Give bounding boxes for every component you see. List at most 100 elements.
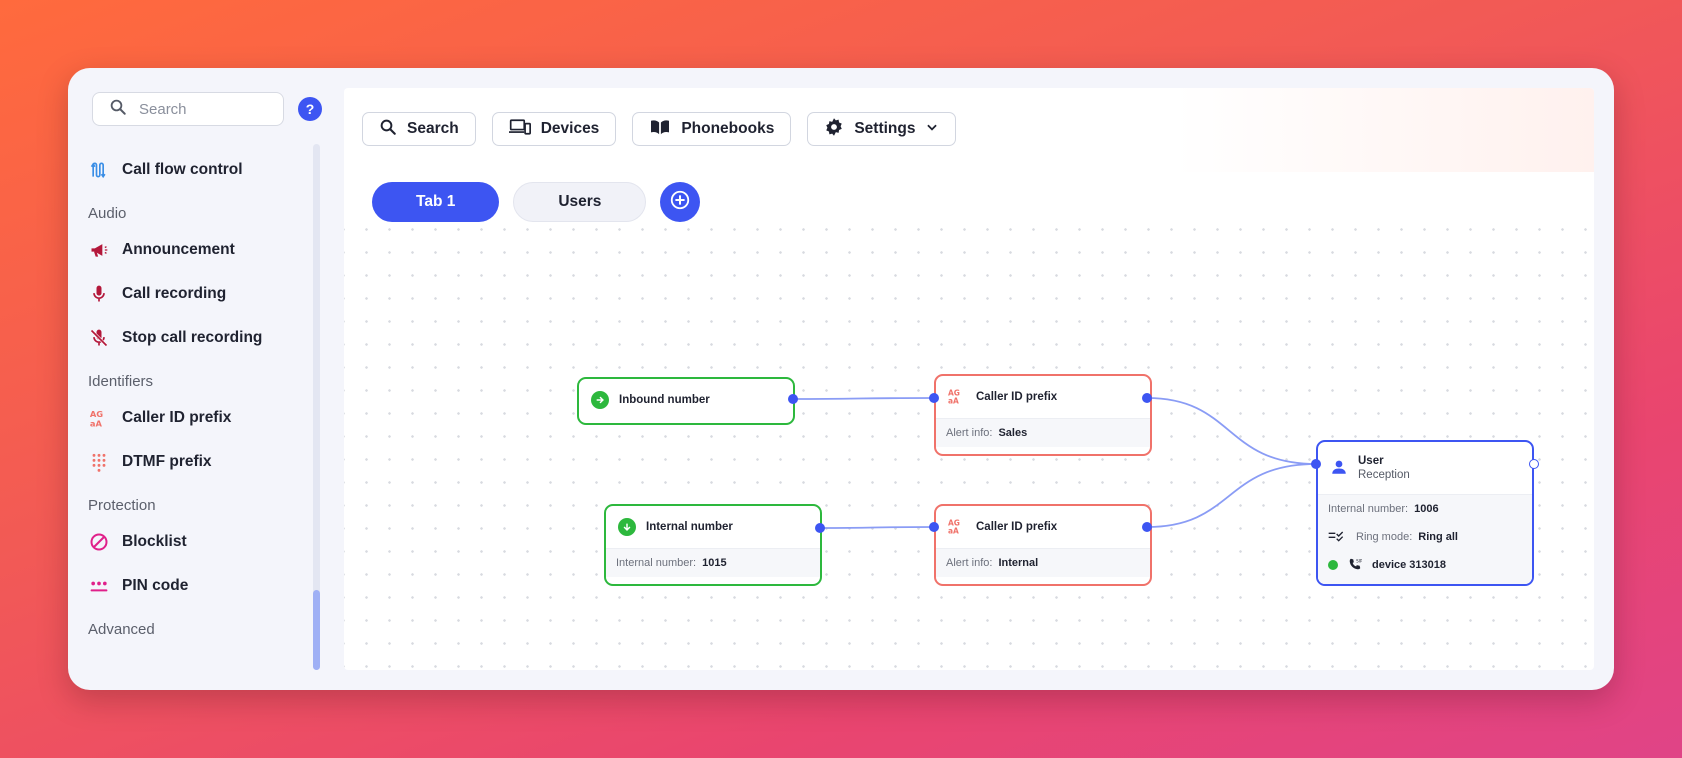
flow-canvas[interactable]: Search Devices Phonebooks Settings Tab 1… [344, 88, 1594, 670]
sidebar-item-label: Call flow control [122, 161, 243, 178]
svg-text:aA: aA [948, 526, 959, 535]
sidebar: ? Call flow control Audio Announcement C… [68, 68, 328, 690]
arrow-right-icon [591, 391, 609, 409]
sidebar-item-pin-code[interactable]: PIN code [88, 564, 308, 608]
node-inbound-number[interactable]: Inbound number [577, 377, 795, 425]
node-title: User [1358, 455, 1384, 467]
port-caller-sales-in[interactable] [929, 393, 939, 403]
port-user-in[interactable] [1311, 459, 1321, 469]
sidebar-category-identifiers: Identifiers [88, 373, 154, 390]
chevron-down-icon [925, 120, 939, 139]
tab-1[interactable]: Tab 1 [372, 182, 500, 222]
sidebar-scrollbar-thumb[interactable] [313, 590, 320, 670]
node-subtitle: Reception [1358, 469, 1410, 481]
sidebar-item-label: PIN code [122, 577, 189, 594]
phonebooks-button[interactable]: Phonebooks [632, 112, 792, 146]
field-value: 1015 [702, 557, 727, 569]
port-caller-internal-in[interactable] [929, 522, 939, 532]
edge-caller-sales-to-user [1146, 397, 1317, 465]
field-label: Alert info: [946, 557, 993, 569]
sidebar-scrollbar[interactable] [313, 144, 320, 670]
sidebar-search[interactable] [92, 92, 284, 126]
node-title: Caller ID prefix [976, 521, 1058, 533]
devices-icon [508, 118, 531, 141]
search-icon [109, 98, 127, 121]
node-field-ring-mode: Ring mode: Ring all [1328, 523, 1522, 551]
ring-mode-icon [1328, 530, 1344, 545]
port-caller-sales-out[interactable] [1142, 393, 1152, 403]
sidebar-item-announcement[interactable]: Announcement [88, 228, 308, 272]
node-header: AG aA Caller ID prefix [936, 376, 1150, 418]
help-button[interactable]: ? [298, 97, 322, 121]
node-field-device: SIP device 313018 [1328, 551, 1522, 579]
search-icon [379, 118, 397, 141]
node-field: Internal number: 1015 [616, 549, 810, 577]
sidebar-item-stop-call-recording[interactable]: Stop call recording [88, 316, 308, 360]
sidebar-item-label: Stop call recording [122, 329, 263, 346]
sidebar-category-advanced: Advanced [88, 621, 155, 638]
field-label: Internal number: [616, 557, 697, 569]
app-window: ? Call flow control Audio Announcement C… [68, 68, 1614, 690]
node-header: User Reception [1318, 442, 1532, 494]
node-field: Alert info: Sales [946, 419, 1140, 447]
search-button[interactable]: Search [362, 112, 476, 146]
field-value: 1006 [1414, 503, 1439, 515]
caller-id-icon: AG aA [88, 407, 110, 429]
sidebar-item-call-flow-control[interactable]: Call flow control [88, 148, 308, 192]
field-label: Alert info: [946, 427, 993, 439]
node-body: Alert info: Sales [936, 418, 1150, 447]
field-label: Ring mode: [1356, 531, 1413, 543]
settings-dropdown[interactable]: Settings [807, 112, 957, 146]
sidebar-item-label: Announcement [122, 241, 235, 258]
edge-internal-to-caller-internal [819, 526, 935, 529]
node-user-reception[interactable]: User Reception Internal number: 1006 Rin… [1316, 440, 1534, 586]
pin-icon [88, 575, 110, 597]
caller-id-icon: AG aA [948, 517, 966, 538]
sidebar-item-label: DTMF prefix [122, 453, 212, 470]
add-tab-button[interactable] [660, 182, 701, 222]
flow-icon [88, 159, 110, 181]
arrow-down-icon [618, 518, 636, 536]
port-internal-out[interactable] [815, 523, 825, 533]
sidebar-item-dtmf-prefix[interactable]: DTMF prefix [88, 440, 308, 484]
node-body: Internal number: 1015 [606, 548, 820, 577]
node-internal-number[interactable]: Internal number Internal number: 1015 [604, 504, 822, 586]
node-caller-id-prefix-internal[interactable]: AG aA Caller ID prefix Alert info: Intern… [934, 504, 1152, 586]
sidebar-search-input[interactable] [139, 100, 269, 118]
tab-users[interactable]: Users [513, 182, 647, 222]
devices-button[interactable]: Devices [491, 112, 617, 146]
node-header: AG aA Caller ID prefix [936, 506, 1150, 548]
node-body: Alert info: Internal [936, 548, 1150, 577]
node-title-group: User Reception [1358, 455, 1410, 481]
devices-button-label: Devices [540, 120, 600, 137]
node-field: Alert info: Internal [946, 549, 1140, 577]
node-title: Caller ID prefix [976, 391, 1058, 403]
edge-caller-internal-to-user [1146, 463, 1317, 528]
sidebar-item-caller-id-prefix[interactable]: AG aA Caller ID prefix [88, 396, 308, 440]
node-caller-id-prefix-sales[interactable]: AG aA Caller ID prefix Alert info: Sales [934, 374, 1152, 456]
tab-bar: Tab 1 Users [372, 182, 701, 222]
status-dot [1328, 560, 1338, 570]
search-button-label: Search [407, 120, 459, 137]
svg-text:aA: aA [948, 396, 959, 405]
sidebar-item-call-recording[interactable]: Call recording [88, 272, 308, 316]
microphone-icon [88, 283, 110, 305]
field-label: Internal number: [1328, 503, 1409, 515]
port-caller-internal-out[interactable] [1142, 522, 1152, 532]
dialpad-icon [88, 451, 110, 473]
user-icon [1330, 458, 1348, 479]
book-icon [649, 118, 671, 141]
field-value: Internal [998, 557, 1039, 569]
node-header: Internal number [606, 506, 820, 548]
device-label: device 313018 [1372, 559, 1447, 571]
sidebar-item-blocklist[interactable]: Blocklist [88, 520, 308, 564]
edge-inbound-to-caller-sales [792, 397, 935, 400]
field-value: Sales [998, 427, 1028, 439]
sidebar-item-label: Blocklist [122, 533, 187, 550]
sidebar-item-label: Caller ID prefix [122, 409, 232, 426]
port-user-out[interactable] [1529, 459, 1539, 469]
microphone-off-icon [88, 327, 110, 349]
sidebar-item-label: Call recording [122, 285, 227, 302]
node-header: Inbound number [579, 379, 793, 421]
port-inbound-out[interactable] [788, 394, 798, 404]
